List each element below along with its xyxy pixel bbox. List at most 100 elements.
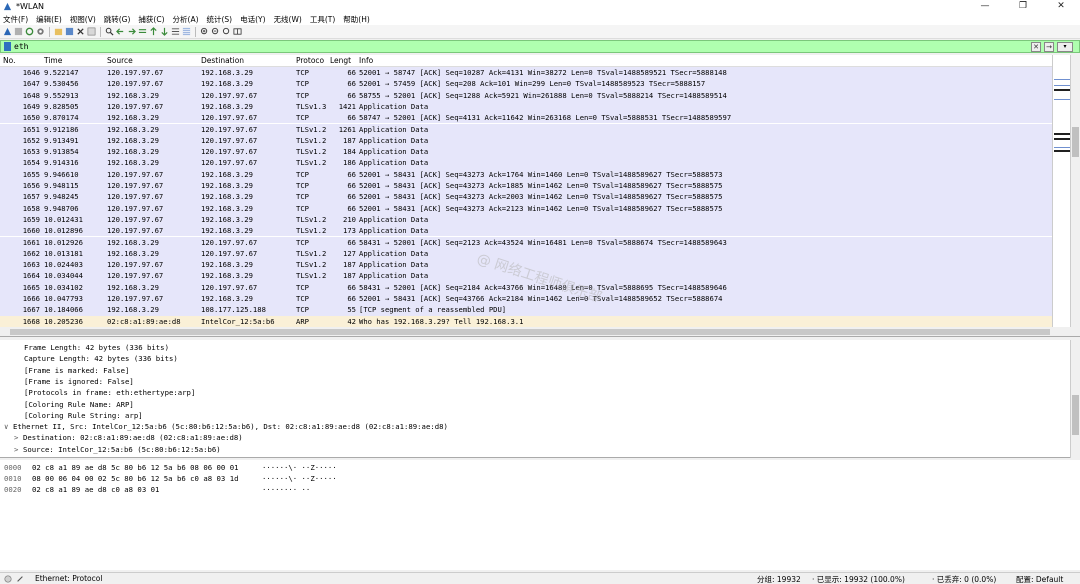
byte-ascii[interactable]: ······\· ··Z····· [262,474,337,483]
byte-offset[interactable]: 0000 [4,463,22,472]
menu-item[interactable]: 电话(Y) [240,14,265,25]
detail-tree-item[interactable]: Frame Length: 42 bytes (336 bits) [24,343,169,354]
packet-row[interactable]: 1653 9.913854 192.168.3.29 120.197.97.67 TLS… [0,146,1052,158]
packet-row[interactable]: 1648 9.552913 192.168.3.29 120.197.97.67 TCP… [0,89,1052,101]
menu-item[interactable]: 工具(T) [310,14,335,25]
menu-item[interactable]: 统计(S) [207,14,233,25]
go-to-packet-icon[interactable] [138,27,147,36]
go-back-icon[interactable] [116,27,125,36]
packet-row[interactable]: 1649 9.828505 120.197.97.67 192.168.3.29 TLS… [0,100,1052,113]
apply-filter-icon[interactable]: → [1044,41,1054,52]
packet-details-scroll-thumb[interactable] [1072,395,1079,435]
packet-row[interactable]: 1666 10.047793 120.197.97.67 192.168.3.29 TC… [0,293,1052,305]
restore-icon[interactable]: ❐ [1004,0,1042,13]
byte-offset[interactable]: 0010 [4,474,22,483]
packet-list-scroll-thumb[interactable] [1072,127,1079,157]
byte-hex[interactable]: 02 c8 a1 89 ae d8 c0 a8 03 01 [32,485,159,494]
filter-bookmark-icon[interactable] [4,42,11,51]
last-packet-icon[interactable] [160,27,169,36]
packet-row[interactable]: 1661 10.012926 192.168.3.29 120.197.97.67 TC… [0,236,1052,248]
packet-list-minimap[interactable] [1052,55,1070,327]
close-icon[interactable]: ✕ [1042,0,1080,13]
first-packet-icon[interactable] [149,27,158,36]
menu-item[interactable]: 无线(W) [274,14,302,25]
capture-comment-icon[interactable] [16,575,24,583]
minimize-icon[interactable]: — [966,0,1004,13]
packet-row[interactable]: 1658 9.948706 120.197.97.67 192.168.3.29 TCP… [0,202,1052,214]
resize-columns-icon[interactable] [233,27,242,36]
detail-tree-item[interactable]: [Protocols in frame: eth:ethertype:arp] [24,388,195,399]
packet-row[interactable]: 1646 9.522147 120.197.97.67 192.168.3.29 TCP… [0,67,1052,79]
column-header-length[interactable]: Lengt [330,56,351,65]
detail-tree-item[interactable]: > Destination: 02:c8:a1:89:ae:d8 (02:c8:a… [14,433,243,444]
packet-row[interactable]: 1662 10.013181 192.168.3.29 120.197.97.67 TL… [0,247,1052,260]
packet-row[interactable]: 1665 10.034102 192.168.3.29 120.197.97.67 TC… [0,281,1052,293]
menu-item[interactable]: 编辑(E) [36,14,62,25]
packet-row[interactable]: 1664 10.034044 120.197.97.67 192.168.3.29 TL… [0,270,1052,282]
packet-row[interactable]: 1656 9.948115 120.197.97.67 192.168.3.29 TCP… [0,180,1052,192]
detail-tree-item[interactable]: Type: ARP (0x0806) [24,456,103,457]
status-profile[interactable]: 配置: Default [1016,574,1063,584]
packet-list-hscroll-thumb[interactable] [10,329,1050,335]
packet-list-scrollbar[interactable] [1070,55,1080,327]
open-file-icon[interactable] [54,27,63,36]
menu-item[interactable]: 分析(A) [173,14,199,25]
colorize-icon[interactable] [182,27,191,36]
packet-row[interactable]: 1668 10.205236 02:c8:a1:89:ae:d8 IntelCor_1… [0,315,1052,327]
packet-row[interactable]: 1651 9.912186 192.168.3.29 120.197.97.67 TLS… [0,123,1052,135]
packet-row[interactable]: 1654 9.914316 192.168.3.29 120.197.97.67 TLS… [0,157,1052,169]
column-header-no[interactable]: No. [3,56,15,65]
detail-tree-item[interactable]: > Source: IntelCor_12:5a:b6 (5c:80:b6:12:… [14,445,221,456]
go-forward-icon[interactable] [127,27,136,36]
column-header-source[interactable]: Source [107,56,133,65]
menu-item[interactable]: 视图(V) [70,14,96,25]
filter-history-dropdown[interactable]: ▾ [1057,41,1073,52]
expand-arrow-icon[interactable]: > [14,445,23,454]
column-header-info[interactable]: Info [359,56,373,65]
byte-offset[interactable]: 0020 [4,485,22,494]
packet-row[interactable]: 1659 10.012431 120.197.97.67 192.168.3.29 TL… [0,213,1052,226]
byte-hex[interactable]: 08 00 06 04 00 02 5c 80 b6 12 5a b6 c0 a… [32,474,238,483]
packet-details-scrollbar[interactable] [1070,340,1080,458]
packet-row[interactable]: 1652 9.913491 192.168.3.29 120.197.97.67 TLS… [0,134,1052,147]
clear-filter-icon[interactable]: ✕ [1031,41,1041,52]
packet-row[interactable]: 1655 9.946610 120.197.97.67 192.168.3.29 TCP… [0,168,1052,180]
find-packet-icon[interactable] [105,27,114,36]
start-capture-icon[interactable] [3,27,12,36]
zoom-reset-icon[interactable] [222,27,231,36]
menu-item[interactable]: 捕获(C) [138,14,164,25]
packet-row[interactable]: 1660 10.012896 120.197.97.67 192.168.3.29 TL… [0,225,1052,237]
save-file-icon[interactable] [65,27,74,36]
detail-tree-item[interactable]: [Frame is ignored: False] [24,377,134,388]
zoom-in-icon[interactable] [200,27,209,36]
byte-ascii[interactable]: ········ ·· [262,485,310,494]
detail-tree-item[interactable]: [Frame is marked: False] [24,366,129,377]
close-file-icon[interactable] [76,27,85,36]
packet-row[interactable]: 1647 9.530456 120.197.97.67 192.168.3.29 TCP… [0,78,1052,90]
expand-arrow-icon[interactable]: > [14,433,23,442]
detail-tree-item[interactable]: Capture Length: 42 bytes (336 bits) [24,354,178,365]
expert-info-icon[interactable] [4,575,12,583]
display-filter-input[interactable] [11,41,1031,52]
column-header-protocol[interactable]: Protoco [296,56,324,65]
zoom-out-icon[interactable] [211,27,220,36]
packet-row[interactable]: 1667 10.184066 192.168.3.29 108.177.125.188… [0,304,1052,316]
autoscroll-icon[interactable] [171,27,180,36]
detail-tree-item[interactable]: [Coloring Rule Name: ARP] [24,400,134,411]
menu-item[interactable]: 文件(F) [3,14,28,25]
byte-hex[interactable]: 02 c8 a1 89 ae d8 5c 80 b6 12 5a b6 08 0… [32,463,238,472]
packet-row[interactable]: 1663 10.024403 120.197.97.67 192.168.3.29 TL… [0,259,1052,271]
stop-capture-icon[interactable] [14,27,23,36]
capture-options-icon[interactable] [36,27,45,36]
column-header-destination[interactable]: Destination [201,56,244,65]
detail-tree-item[interactable]: [Coloring Rule String: arp] [24,411,143,422]
restart-capture-icon[interactable] [25,27,34,36]
collapse-arrow-icon[interactable]: ∨ [4,422,13,431]
menu-item[interactable]: 帮助(H) [343,14,370,25]
packet-row[interactable]: 1657 9.948245 120.197.97.67 192.168.3.29 TCP… [0,191,1052,203]
byte-ascii[interactable]: ······\· ··Z····· [262,463,337,472]
column-header-time[interactable]: Time [44,56,62,65]
packet-list-hscrollbar[interactable] [0,327,1080,337]
menu-item[interactable]: 跳转(G) [104,14,131,25]
reload-file-icon[interactable] [87,27,96,36]
